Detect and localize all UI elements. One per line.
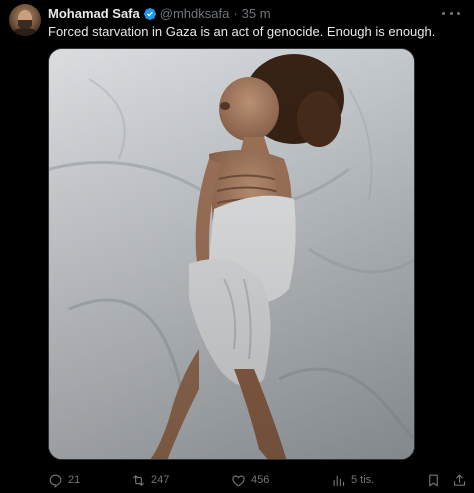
timestamp[interactable]: 35 m (242, 6, 271, 22)
tweet-text: Forced starvation in Gaza is an act of g… (48, 24, 436, 39)
tweet-image[interactable] (48, 48, 415, 460)
tweet: Mohamad Safa @mhdksafa · 35 m Forced sta… (0, 0, 474, 493)
reply-icon (49, 474, 62, 488)
author-handle[interactable]: @mhdksafa (160, 6, 230, 22)
reply-button[interactable]: 21 (48, 470, 80, 490)
views-icon (333, 475, 345, 486)
reply-count: 21 (68, 474, 81, 486)
more-icon[interactable] (442, 8, 460, 18)
share-button[interactable] (452, 470, 472, 490)
views-count: 5 tis. (351, 474, 375, 486)
repost-icon (133, 474, 144, 486)
avatar-beard (18, 20, 32, 29)
action-bar: 21 247 456 5 tis. (48, 470, 468, 490)
tweet-header: Mohamad Safa @mhdksafa · 35 m (48, 6, 271, 22)
like-count: 456 (251, 474, 270, 486)
verified-badge-icon (143, 8, 156, 20)
share-icon (453, 474, 466, 486)
repost-count: 247 (151, 474, 170, 486)
author-name[interactable]: Mohamad Safa (48, 6, 140, 22)
separator-dot: · (233, 6, 238, 21)
like-button[interactable]: 456 (231, 470, 269, 490)
avatar[interactable] (9, 4, 41, 36)
avatar-shoulders (11, 28, 39, 36)
bookmark-button[interactable] (426, 470, 446, 490)
repost-button[interactable]: 247 (131, 470, 169, 490)
photo-illustration (49, 49, 414, 459)
views-button[interactable]: 5 tis. (331, 470, 374, 490)
bookmark-icon (429, 474, 438, 486)
heart-icon (232, 474, 245, 486)
